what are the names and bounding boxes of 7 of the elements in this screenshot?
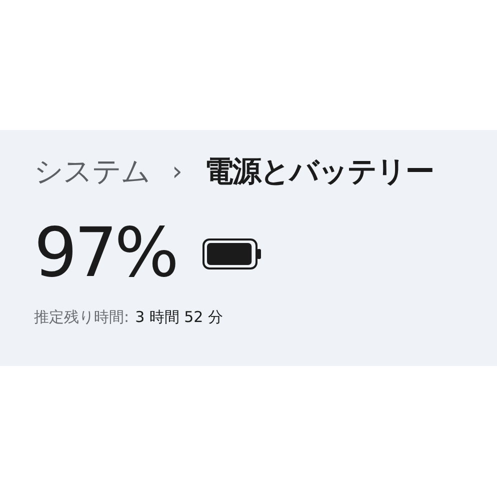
remaining-time-label: 推定残り時間: xyxy=(34,308,130,327)
remaining-time-value: 3 時間 52 分 xyxy=(135,308,223,327)
breadcrumb-link[interactable]: システム xyxy=(34,152,150,192)
page-title: 電源とバッテリー xyxy=(204,153,434,190)
battery-icon xyxy=(202,238,262,270)
breadcrumb-separator: › xyxy=(172,157,182,187)
battery-percent: 97% xyxy=(34,214,176,294)
